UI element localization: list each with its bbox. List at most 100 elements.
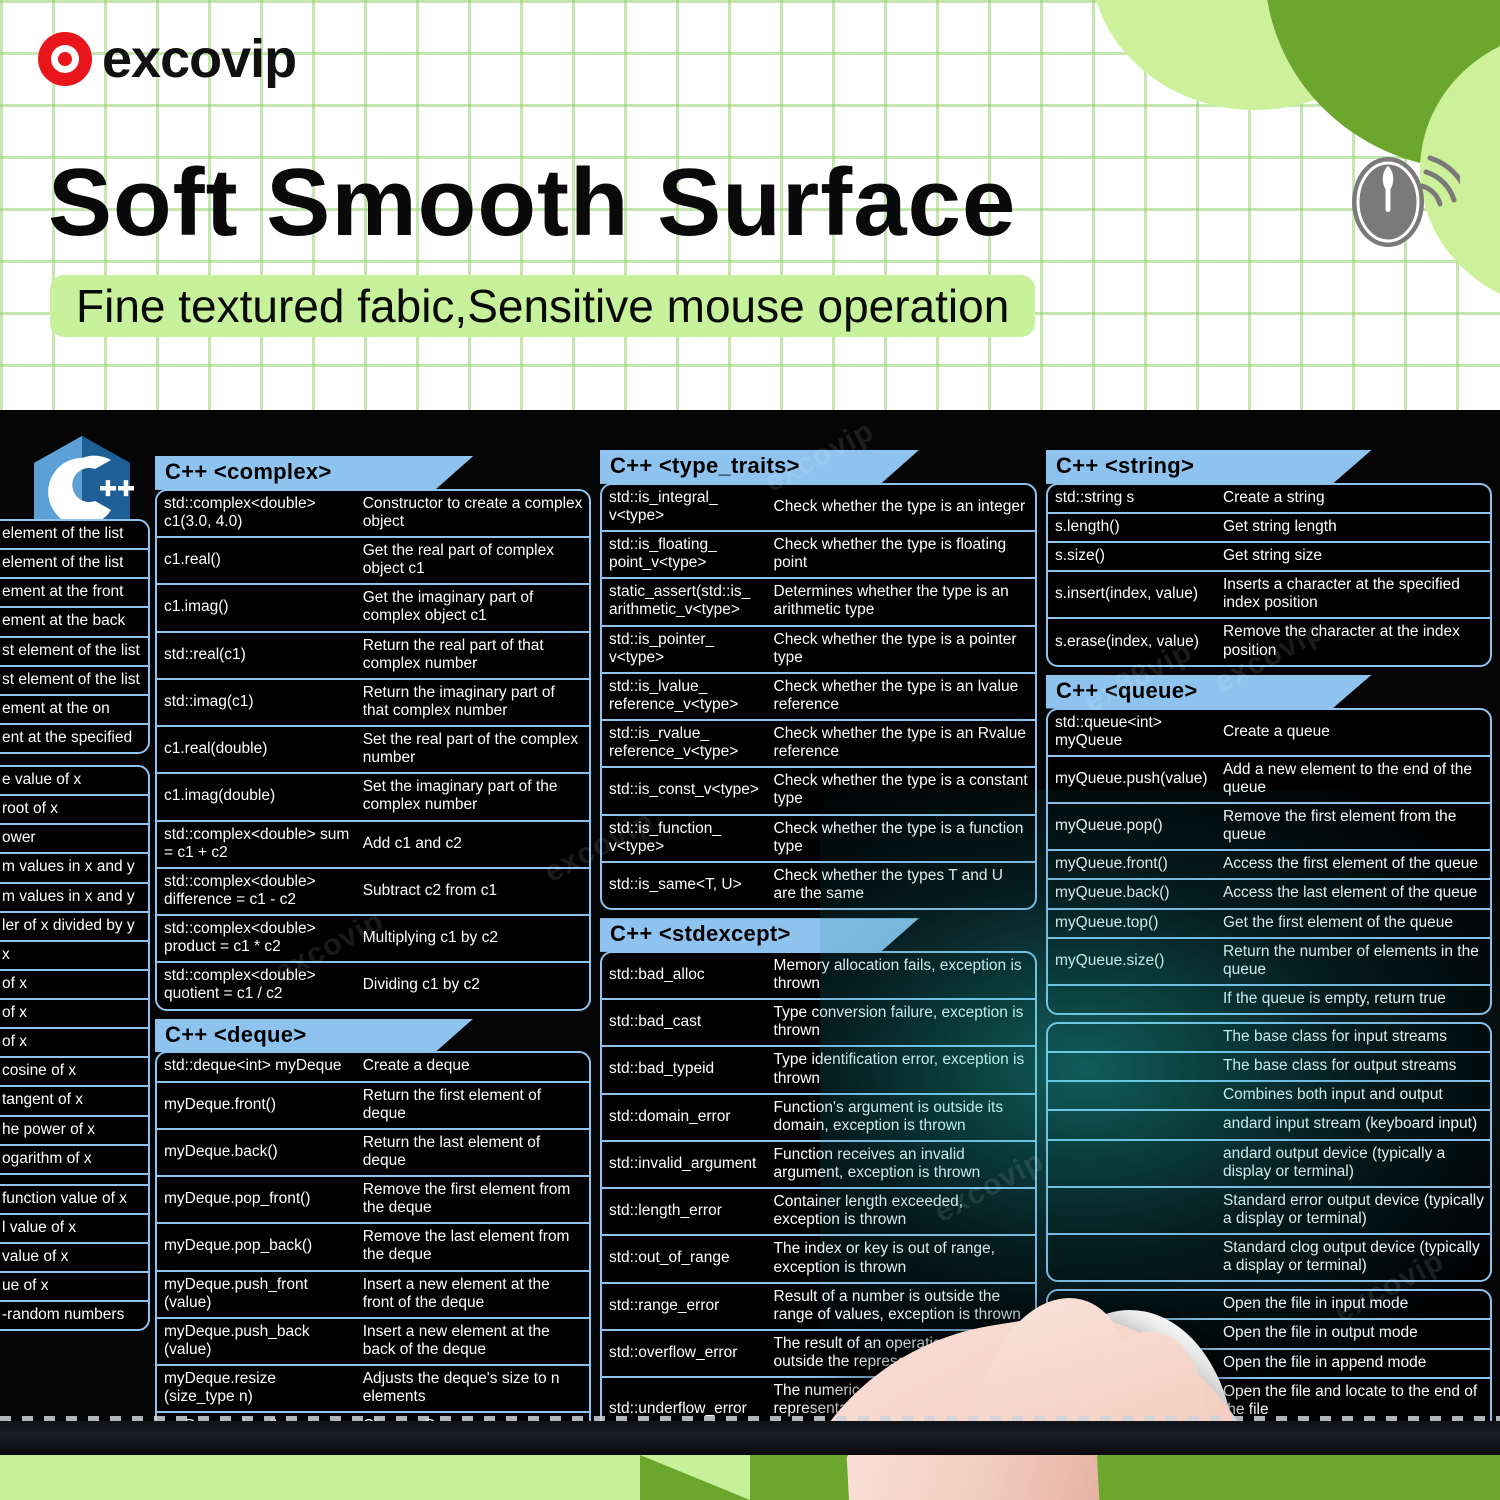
row-value: element of the list	[2, 554, 124, 572]
row-value: Add c1 and c2	[362, 834, 462, 852]
row-value: -random numbers	[2, 1306, 125, 1324]
table-row: std::complex<double> difference = c1 - c…	[157, 866, 589, 914]
table-row: myQueue.size() Return the number of eleme…	[1048, 936, 1490, 984]
row-value: Check whether the type is an lvalue refe…	[773, 677, 1019, 713]
row-key: std::is_integral_ v<type>	[609, 488, 718, 524]
table-row: std::real(c1) Return the real part of tha…	[157, 630, 589, 678]
table-row: Open the file in append mode	[1048, 1347, 1490, 1377]
row-value: function value of x	[2, 1189, 127, 1207]
row-value: of x	[2, 974, 27, 992]
section-iostream: The base class for input streams The base…	[1046, 1022, 1492, 1283]
row-key: std::deque<int> myDeque	[164, 1057, 342, 1075]
table-row: If the queue is empty, return true	[1048, 983, 1490, 1013]
hero-banner: excovip Soft Smooth Surface Fine texture…	[0, 0, 1500, 410]
row-key: myQueue.push(value)	[1055, 769, 1208, 787]
table-row: m values in x and y	[0, 852, 148, 881]
row-key: myDeque.front()	[164, 1095, 276, 1113]
table-row: -random numbers	[0, 1300, 148, 1329]
row-key: myDeque.resize (size_type n)	[164, 1370, 276, 1406]
row-key: std::range_error	[609, 1296, 720, 1314]
row-value: If the queue is empty, return true	[1222, 989, 1446, 1007]
row-value: Access the last element of the queue	[1222, 884, 1478, 902]
row-value: Standard clog output device (typically a…	[1222, 1239, 1480, 1275]
row-key: static_assert(std::is_ arithmetic_v<type…	[609, 583, 751, 619]
table-row: Standard clog output device (typically a…	[1048, 1233, 1490, 1280]
row-key: std::bad_cast	[609, 1013, 702, 1031]
row-key	[1048, 1053, 1216, 1080]
excovip-target-logo-icon	[38, 32, 92, 86]
row-value: Multiplying c1 by c2	[362, 929, 498, 947]
section-title-deque: C++ <deque>	[155, 1018, 474, 1053]
table-row: std::is_lvalue_ reference_v<type> Check w…	[602, 671, 1035, 719]
column-3: C++ <string> std::string s Create a string…	[1046, 450, 1492, 1455]
row-value: m values in x and y	[2, 887, 135, 905]
column-1: C++ <complex> std::complex<double> c1(3.0…	[155, 456, 591, 1455]
row-key: std::complex<double> difference = c1 - c…	[164, 872, 316, 908]
table-row: std::is_floating_ point_v<type> Check whe…	[602, 530, 1035, 577]
row-value: Adjusts the deque's size to n elements	[362, 1370, 560, 1406]
table-row: std::domain_error Function's argument is …	[602, 1092, 1035, 1140]
table-row: ower	[0, 823, 148, 852]
row-key: std::string s	[1055, 488, 1135, 506]
table-row: ement at the back	[0, 606, 148, 635]
row-value: e value of x	[2, 771, 82, 788]
table-row: std::deque<int> myDeque Create a deque	[157, 1053, 589, 1080]
section-title-string: C++ <string>	[1046, 450, 1372, 484]
row-key: myQueue.pop()	[1055, 817, 1163, 835]
mousepad-bottom-edge	[0, 1421, 1500, 1455]
row-key: c1.imag(double)	[164, 787, 276, 805]
row-value: Check whether the type is a function typ…	[773, 819, 1024, 855]
row-key	[1048, 1024, 1216, 1051]
table-row: of x	[0, 968, 148, 998]
row-value: ement at the on	[2, 699, 110, 717]
row-value: Get the imaginary part of complex object…	[362, 589, 534, 625]
row-key: std::is_same<T, U>	[609, 875, 742, 893]
row-value: st element of the list	[2, 670, 140, 688]
row-key: myDeque.back()	[164, 1142, 278, 1160]
table-row: st element of the list	[0, 664, 148, 694]
row-value: Open the file in output mode	[1222, 1324, 1418, 1342]
row-key: myDeque.pop_back()	[164, 1237, 313, 1255]
row-key	[1048, 1082, 1216, 1109]
table-row: std::is_pointer_ v<type> Check whether th…	[602, 624, 1035, 672]
row-value: root of x	[2, 800, 58, 818]
table-row: The base class for input streams	[1048, 1024, 1490, 1051]
partial-left-column: element of the list element of the list em…	[0, 519, 150, 1343]
row-value: Check whether the type is a constant typ…	[773, 772, 1028, 808]
row-value: Inserts a character at the specified ind…	[1222, 576, 1460, 612]
row-key	[1048, 1350, 1216, 1377]
table-row: myDeque.push_back (value) Insert a new el…	[157, 1316, 589, 1364]
section-complex: C++ <complex> std::complex<double> c1(3.0…	[155, 456, 591, 1011]
row-value: of x	[2, 1004, 27, 1021]
section-queue: C++ <queue> std::queue<int> myQueue Create…	[1046, 674, 1492, 1016]
row-key: std::domain_error	[609, 1107, 731, 1125]
row-value: Add a new element to the end of the queu…	[1222, 760, 1472, 796]
row-value: Set the real part of the complex number	[362, 731, 579, 767]
table-row: ue of x	[0, 1271, 148, 1300]
row-value: m values in x and y	[2, 858, 135, 876]
row-key: myQueue.front()	[1055, 855, 1168, 873]
row-value: ogarithm of x	[2, 1149, 92, 1167]
table-row: s.erase(index, value) Remove the characte…	[1048, 617, 1490, 664]
table-row: cosine of x	[0, 1056, 148, 1085]
row-value: ement at the back	[2, 612, 126, 630]
table-row: l value of x	[0, 1212, 148, 1242]
row-key: std::is_const_v<type>	[609, 781, 759, 799]
table-row: x	[0, 939, 148, 969]
row-value: andard input stream (keyboard input)	[1222, 1115, 1478, 1133]
table-row: ement at the front	[0, 577, 148, 606]
page-title: Soft Smooth Surface	[48, 149, 1017, 256]
row-key: s.length()	[1055, 517, 1120, 535]
brand-logo: excovip	[38, 28, 297, 90]
table-row: s.size() Get string size	[1048, 541, 1490, 570]
row-value: Remove the character at the index positi…	[1222, 623, 1460, 659]
row-key: std::complex<double> product = c1 * c2	[164, 920, 316, 956]
row-key	[1048, 986, 1216, 1013]
table-row: std::is_function_ v<type> Check whether t…	[602, 813, 1035, 861]
table-row: std::queue<int> myQueue Create a queue	[1048, 710, 1490, 755]
table-row: std::range_error Result of a number is ou…	[602, 1281, 1035, 1329]
section-title-type_traits: C++ <type_traits>	[600, 450, 919, 484]
row-key: std::bad_typeid	[609, 1060, 715, 1078]
table-row: std::complex<double> c1(3.0, 4.0) Constru…	[157, 491, 589, 536]
row-value: Get string size	[1222, 547, 1323, 565]
